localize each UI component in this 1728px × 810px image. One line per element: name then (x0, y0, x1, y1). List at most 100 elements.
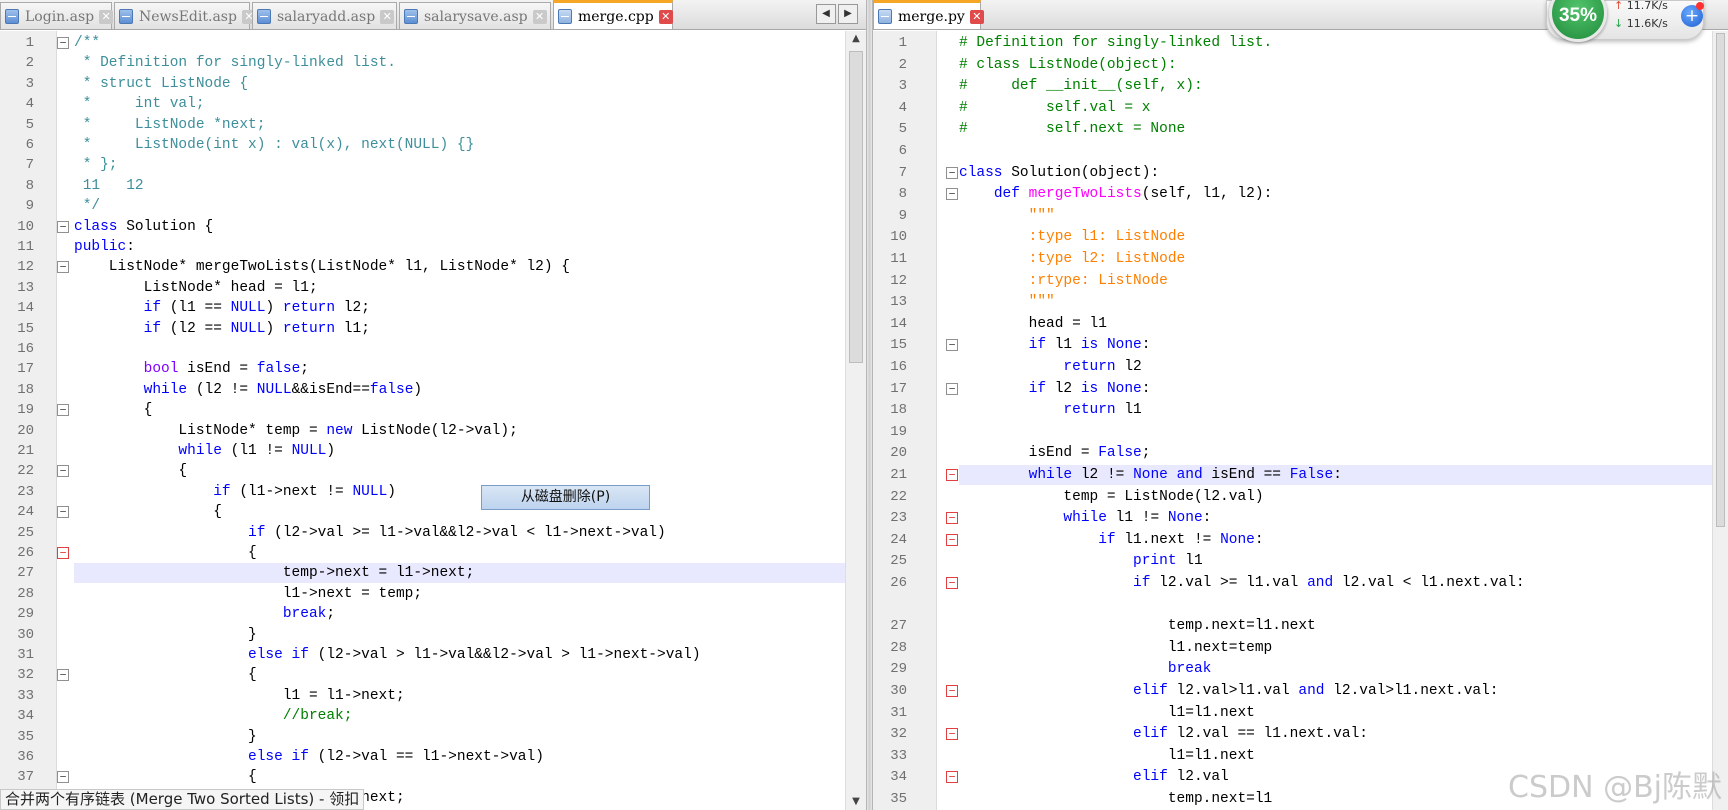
fold-toggle-icon[interactable]: − (946, 771, 958, 784)
code-line: 10 :type l1: ListNode (873, 227, 1712, 247)
code-text: public: (74, 239, 135, 255)
code-text: } (74, 626, 257, 643)
code-text: while (l2 != NULL&&isEnd==false) (143, 381, 423, 398)
code-text: //break; (282, 708, 353, 725)
pane-splitter[interactable] (866, 0, 873, 810)
line-number: 28 (17, 585, 34, 602)
code-text: * struct ListNode { (74, 75, 249, 92)
line-number: 35 (890, 791, 907, 807)
fold-toggle-icon[interactable]: − (946, 382, 958, 395)
fold-toggle-icon[interactable]: − (946, 339, 958, 352)
code-line: 4 * int val; (0, 94, 845, 114)
upload-speed: ↑ 11.7K/s (1614, 0, 1668, 12)
code-text: * Definition for singly-linked list. (74, 55, 396, 72)
code-text: if l2.val >= l1.val and l2.val < l1.next… (1133, 575, 1525, 591)
code-line: 9 */ (0, 196, 845, 216)
line-number: 37 (17, 769, 34, 786)
code-text: return l2 (1063, 359, 1142, 375)
code-line: 27 temp.next=l1.next (873, 616, 1712, 636)
code-line: 3 * struct ListNode { (0, 74, 845, 94)
line-number: 6 (898, 143, 907, 159)
fold-toggle-icon[interactable]: − (57, 220, 69, 233)
tab-label: NewsEdit.asp (139, 8, 237, 25)
fold-toggle-icon[interactable]: − (946, 685, 958, 697)
right-code-editor[interactable]: 1 # Definition for singly-linked list. 2 # … (873, 31, 1712, 810)
code-line: 7 − class Solution(object): (873, 163, 1712, 183)
fold-toggle-icon[interactable]: − (57, 261, 69, 274)
close-icon[interactable]: ✕ (380, 9, 395, 24)
left-tab-1[interactable]: NewsEdit.asp ✕ (114, 2, 256, 29)
fold-toggle-icon[interactable]: − (946, 166, 958, 179)
fold-toggle-icon[interactable]: − (57, 547, 69, 559)
line-number: 29 (17, 606, 34, 623)
left-scroll-thumb[interactable] (849, 51, 863, 363)
right-vertical-scrollbar[interactable] (1712, 31, 1728, 810)
fold-toggle-icon[interactable]: − (946, 728, 958, 741)
fold-toggle-icon[interactable]: − (946, 512, 958, 525)
fold-toggle-icon[interactable]: − (57, 506, 69, 519)
right-tab-0[interactable]: merge.py ✕ (873, 0, 984, 29)
code-text: # self.val = x (959, 99, 1151, 116)
line-number: 8 (898, 186, 907, 203)
context-menu-delete-from-disk[interactable]: 从磁盘删除(P) (481, 485, 650, 510)
fold-toggle-icon[interactable]: − (57, 771, 69, 784)
line-number: 27 (890, 618, 907, 635)
code-line: 16 return l2 (873, 357, 1712, 377)
line-number: 12 (890, 272, 907, 289)
left-tab-3[interactable]: salarysave.asp ✕ (399, 2, 551, 29)
code-text: isEnd = False; (959, 445, 1151, 462)
scroll-down-arrow-icon[interactable]: ▼ (846, 794, 866, 810)
code-line: 11 :type l2: ListNode (873, 249, 1712, 269)
code-line: 24 − { (0, 502, 845, 522)
code-line: 14 head = l1 (873, 314, 1712, 334)
close-icon[interactable]: ✕ (532, 9, 547, 24)
code-text: break; (282, 606, 336, 623)
right-scroll-thumb[interactable] (1716, 33, 1725, 527)
left-tab-0[interactable]: Login.asp ✕ (0, 2, 114, 29)
code-line: 25 print l1 (873, 551, 1712, 571)
line-number: 25 (17, 524, 34, 541)
code-text: /** (74, 35, 101, 51)
code-line: 26 − { (0, 543, 845, 563)
fold-toggle-icon[interactable]: − (946, 469, 958, 481)
code-line: 35 } (0, 727, 845, 747)
left-tab-2[interactable]: salaryadd.asp ✕ (252, 2, 397, 29)
left-vertical-scrollbar[interactable]: ▲ ▼ (845, 31, 866, 810)
fold-toggle-icon[interactable]: − (946, 577, 958, 589)
close-icon[interactable]: ✕ (969, 9, 984, 24)
left-tab-bar: Login.asp ✕ NewsEdit.asp ✕ salaryadd.asp ✕ sal… (0, 0, 866, 30)
fold-toggle-icon[interactable]: − (946, 533, 958, 546)
upload-arrow-icon: ↑ (1614, 0, 1624, 12)
left-tab-4[interactable]: merge.cpp ✕ (553, 0, 673, 29)
scroll-up-arrow-icon[interactable]: ▲ (846, 31, 866, 47)
code-line: 5 * ListNode *next; (0, 115, 845, 135)
fold-toggle-icon[interactable]: − (57, 37, 69, 49)
code-text: */ (74, 198, 101, 215)
line-number: 4 (898, 99, 907, 116)
browser-tab-tooltip: 合并两个有序链表 (Merge Two Sorted Lists) - 领扣 (0, 789, 365, 810)
code-line: 29 break; (0, 604, 845, 624)
fold-toggle-icon[interactable]: − (57, 465, 69, 478)
code-line: 2 # class ListNode(object): (873, 55, 1712, 75)
close-icon[interactable]: ✕ (658, 9, 673, 24)
line-number: 8 (25, 177, 34, 194)
code-line: 30 } (0, 625, 845, 645)
line-number: 30 (17, 626, 34, 643)
code-text: temp = ListNode(l2.val) (959, 488, 1264, 505)
fold-toggle-icon[interactable]: − (57, 669, 69, 682)
line-number: 23 (890, 510, 907, 527)
fold-toggle-icon[interactable]: − (946, 188, 958, 201)
fold-toggle-icon[interactable]: − (57, 404, 69, 417)
line-number: 9 (898, 207, 907, 224)
left-code-editor[interactable]: 1−/** 2 * Definition for singly-linked li… (0, 31, 845, 810)
code-line: 16 (0, 339, 845, 359)
code-text: { (74, 667, 257, 684)
close-icon[interactable]: ✕ (99, 9, 114, 24)
code-line: 8 − def mergeTwoLists(self, l1, l2): (873, 184, 1712, 204)
line-number: 14 (17, 300, 34, 317)
code-line: 21 − while l2 != None and isEnd == False: (873, 465, 1712, 485)
chevron-right-icon[interactable]: ▶ (838, 4, 858, 24)
chevron-left-icon[interactable]: ◀ (816, 4, 836, 24)
line-number: 20 (890, 445, 907, 462)
